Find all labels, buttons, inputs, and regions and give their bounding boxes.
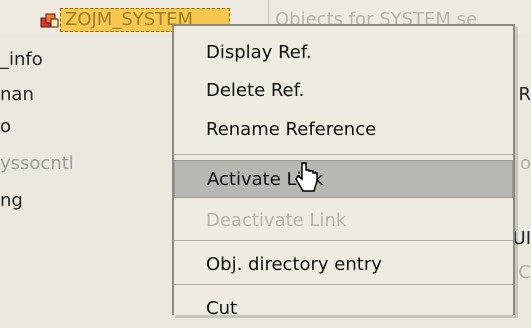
object-node-icon [40, 13, 59, 28]
context-menu: Display Ref. Delete Ref. Rename Referenc… [172, 24, 515, 319]
menu-item-deactivate-link: Deactivate Link [206, 210, 347, 231]
hand-cursor-icon [295, 162, 318, 192]
menu-separator [174, 154, 513, 155]
menu-item-activate-link[interactable]: Activate Link [174, 160, 513, 198]
tree-item-yssocntl[interactable]: yssocntl [0, 153, 74, 174]
right-column-r: R [518, 84, 531, 105]
menu-item-cut[interactable]: Cut [174, 290, 513, 328]
tree-item-ng[interactable]: ng [0, 190, 23, 211]
tree-item-nan[interactable]: nan [0, 84, 34, 105]
menu-separator [174, 240, 513, 241]
right-column-ui: UI [512, 228, 531, 249]
menu-item-delete-ref[interactable]: Delete Ref. [174, 72, 513, 110]
tree-item-info[interactable]: _info [0, 49, 43, 70]
tree-item-o[interactable]: o [0, 116, 11, 137]
right-column-c: C [518, 262, 531, 283]
menu-separator [174, 284, 513, 285]
menu-item-obj-directory-entry[interactable]: Obj. directory entry [174, 246, 513, 284]
menu-item-rename-reference[interactable]: Rename Reference [174, 111, 513, 149]
right-column-o: o [519, 153, 531, 174]
menu-item-display-ref[interactable]: Display Ref. [174, 34, 513, 72]
